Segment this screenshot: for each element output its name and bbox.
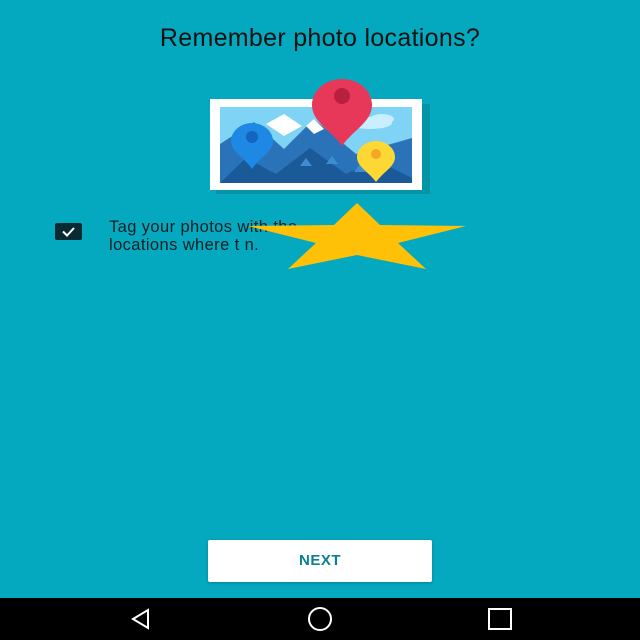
- tag-photos-checkbox[interactable]: [55, 223, 82, 240]
- recents-button[interactable]: [486, 606, 514, 632]
- home-button[interactable]: [306, 606, 334, 632]
- back-button[interactable]: [126, 606, 154, 632]
- star-overlay: [248, 203, 466, 269]
- checkmark-icon: [62, 227, 75, 237]
- system-navigation-bar: [0, 598, 640, 640]
- photo-map-illustration: [210, 79, 430, 194]
- back-triangle-icon: [131, 608, 149, 630]
- home-circle-icon: [308, 607, 332, 631]
- recents-square-icon: [488, 608, 512, 630]
- location-permission-screen: Remember photo locations? Tag your photo…: [0, 0, 640, 598]
- page-title: Remember photo locations?: [159, 24, 481, 52]
- next-button[interactable]: NEXT: [208, 540, 432, 582]
